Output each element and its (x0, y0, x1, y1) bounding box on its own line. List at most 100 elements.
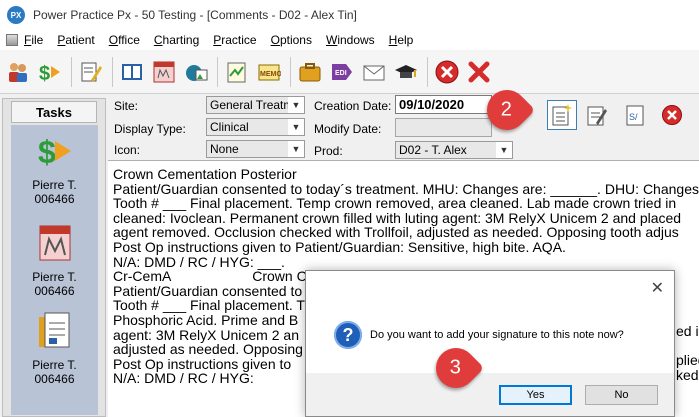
step-callout-3-label: 3 (450, 356, 462, 379)
toolbar-separator (112, 56, 113, 87)
task-patient-id: 006466 (34, 284, 75, 298)
tasks-list: $ Pierre T. 006466 Pierre T. 006466 Pier… (11, 125, 98, 415)
document-icon (38, 312, 69, 348)
toolbar-separator (71, 56, 72, 87)
menu-help[interactable]: Help (389, 33, 414, 47)
dialog-close-icon[interactable]: ✕ (651, 278, 664, 298)
note-line: agent removed. Occlusion checked with Tr… (113, 224, 679, 241)
toolbar: $ MEMO EDI (0, 50, 699, 94)
menu-options[interactable]: Options (271, 33, 312, 47)
modify-date-label: Modify Date: (314, 122, 382, 136)
cancel-icon (435, 60, 459, 83)
system-menu-icon[interactable] (6, 34, 18, 46)
site-label: Site: (114, 99, 139, 113)
toolbar-separator (427, 56, 428, 87)
money-button[interactable]: $ (35, 56, 65, 88)
close-button[interactable] (464, 56, 494, 88)
display-type-select[interactable]: Clinical ▼ (206, 118, 305, 136)
note-line: cleaned: Ivoclean. Permanent crown fille… (113, 209, 682, 226)
pencil-list-icon (81, 62, 102, 82)
chevron-down-icon: ▼ (288, 97, 304, 113)
chevron-down-icon: ▼ (288, 119, 304, 135)
memo-icon: MEMO (258, 64, 281, 80)
creation-date-field[interactable]: 09/10/2020 (395, 95, 492, 114)
note-header-form: Site: General Treatm ▼ Display Type: Cli… (108, 94, 699, 160)
dialog-body: ? Do you want to add your signature to t… (306, 303, 674, 373)
modify-date-field[interactable] (395, 118, 492, 137)
menu-patient[interactable]: Patient (57, 33, 94, 47)
briefcase-button[interactable] (295, 56, 325, 88)
menu-windows[interactable]: Windows (326, 33, 375, 47)
note-line-tail: ked r (676, 367, 699, 383)
toolbar-separator (290, 56, 291, 87)
task-patient-name: Pierre T. (32, 270, 77, 284)
icon-select-value: None (210, 142, 239, 156)
mail-button[interactable] (359, 56, 389, 88)
site-select-value: General Treatm (210, 98, 294, 112)
chart-button[interactable] (149, 56, 179, 88)
imaging-button[interactable] (181, 56, 211, 88)
menu-file[interactable]: File (24, 33, 43, 47)
notepad-icon (227, 62, 246, 82)
money-icon: $ (38, 134, 71, 170)
note-line: N/A: DMD / RC / HYG: ___. (113, 253, 285, 270)
edi-icon: EDI (332, 63, 352, 80)
patients-button[interactable] (3, 56, 33, 88)
title-bar: PX Power Practice Px - 50 Testing - [Com… (0, 0, 699, 30)
task-item[interactable]: $ Pierre T. 006466 (11, 131, 98, 206)
task-item[interactable]: Pierre T. 006466 (11, 223, 98, 298)
edit-note-icon (587, 106, 607, 126)
yes-button[interactable]: Yes (499, 385, 572, 405)
cancel-icon (662, 105, 682, 125)
dialog-message: Do you want to add your signature to thi… (370, 329, 624, 341)
patients-icon (9, 62, 27, 82)
prod-select-value: D02 - T. Alex (399, 143, 467, 157)
task-patient-id: 006466 (34, 192, 75, 206)
menu-charting[interactable]: Charting (154, 33, 199, 47)
delete-note-button[interactable] (657, 100, 687, 130)
chart-icon (39, 225, 70, 261)
money-icon: $ (39, 63, 60, 84)
svg-text:S/: S/ (629, 112, 638, 122)
no-button[interactable]: No (585, 385, 658, 405)
chevron-down-icon: ▼ (288, 141, 304, 157)
display-type-select-value: Clinical (210, 120, 249, 134)
cancel-button[interactable] (432, 56, 462, 88)
new-note-icon (552, 104, 572, 126)
edit-note-button[interactable] (582, 100, 612, 130)
creation-date-label: Creation Date: (314, 99, 392, 113)
signature-dialog: ✕ ? Do you want to add your signature to… (305, 270, 675, 417)
graduation-cap-icon (395, 64, 417, 78)
window-title: Power Practice Px - 50 Testing - [Commen… (33, 8, 357, 22)
ledger-button[interactable] (117, 56, 147, 88)
note-line: Tooth # ___ Final placement. Temp crown … (113, 195, 677, 212)
step-callout-2-label: 2 (501, 98, 513, 121)
memo-button[interactable]: MEMO (254, 56, 284, 88)
icon-select[interactable]: None ▼ (206, 140, 305, 158)
education-button[interactable] (391, 56, 421, 88)
script-note-button[interactable]: S/ (620, 100, 650, 130)
site-select[interactable]: General Treatm ▼ (206, 96, 305, 114)
edi-button[interactable]: EDI (327, 56, 357, 88)
edit-list-button[interactable] (76, 56, 106, 88)
task-item[interactable]: Pierre T. 006466 (11, 311, 98, 386)
menu-office[interactable]: Office (109, 33, 140, 47)
task-patient-name: Pierre T. (32, 178, 77, 192)
note-line: Patient/Guardian consented to today´s tr… (113, 180, 699, 197)
script-icon: S/ (626, 105, 644, 126)
app-window: PX Power Practice Px - 50 Testing - [Com… (0, 0, 699, 417)
note-line: Crown Cementation Posterior (113, 166, 297, 182)
add-signature-button[interactable] (547, 100, 577, 130)
briefcase-icon (299, 62, 321, 81)
prod-label: Prod: (314, 144, 343, 158)
menu-practice[interactable]: Practice (213, 33, 256, 47)
svg-text:$: $ (39, 63, 50, 84)
note-line-tail: plied (676, 352, 699, 368)
toolbar-separator (217, 56, 218, 87)
prod-select[interactable]: D02 - T. Alex ▼ (395, 141, 513, 159)
notes-button[interactable] (222, 56, 252, 88)
app-logo-icon: PX (7, 6, 25, 24)
note-line: Post Op instructions given to Patient/Gu… (113, 238, 566, 255)
icon-label: Icon: (114, 143, 141, 157)
menu-bar: File Patient Office Charting Practice Op… (0, 30, 699, 50)
